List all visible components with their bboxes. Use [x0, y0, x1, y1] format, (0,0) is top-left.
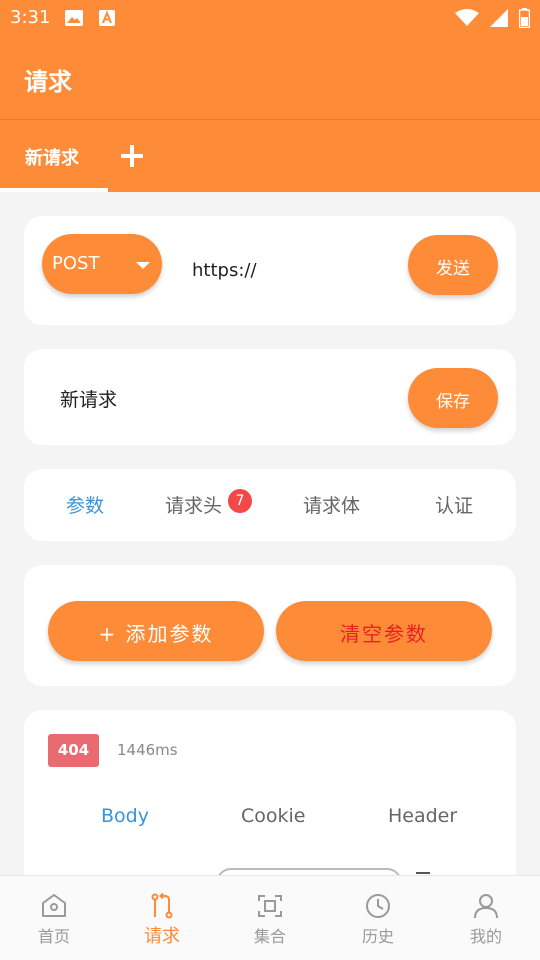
params-card: + 添加参数 清空参数	[24, 565, 516, 686]
response-tab-cookie[interactable]: Cookie	[241, 805, 306, 827]
add-tab-button[interactable]	[118, 142, 146, 170]
bottom-nav: 首页 请求 集合 历史 我的	[0, 875, 540, 960]
send-button[interactable]: 发送	[408, 235, 498, 295]
status-bar: 3:31	[0, 0, 540, 36]
font-notification-icon	[99, 10, 115, 26]
status-time: 3:31	[10, 7, 51, 28]
add-param-button[interactable]: + 添加参数	[48, 601, 264, 661]
url-card: POST https:// 发送	[24, 216, 516, 325]
nav-history-label: 历史	[361, 927, 394, 946]
status-code-badge: 404	[48, 734, 99, 767]
nav-history[interactable]: 历史	[324, 876, 432, 960]
nav-home[interactable]: 首页	[0, 876, 108, 960]
response-option-icon[interactable]	[416, 872, 430, 874]
request-icon	[151, 892, 173, 919]
save-button[interactable]: 保存	[408, 368, 498, 428]
nav-collection[interactable]: 集合	[216, 876, 324, 960]
signal-icon	[490, 9, 508, 27]
clear-params-button[interactable]: 清空参数	[276, 601, 492, 661]
image-notification-icon	[65, 10, 83, 26]
save-button-label: 保存	[436, 392, 470, 412]
nav-collection-label: 集合	[253, 927, 286, 946]
collection-icon	[258, 895, 282, 917]
method-select[interactable]: POST	[42, 234, 162, 294]
tab-body[interactable]: 请求体	[303, 491, 360, 518]
nav-profile[interactable]: 我的	[432, 876, 540, 960]
request-name-input[interactable]: 新请求	[60, 385, 117, 412]
headers-count-badge: 7	[228, 489, 252, 513]
app-bar: 请求	[0, 36, 540, 120]
tab-headers[interactable]: 请求头	[165, 491, 222, 518]
response-tab-body[interactable]: Body	[101, 805, 149, 827]
page-title: 请求	[24, 68, 72, 96]
clear-params-label: 清空参数	[340, 622, 428, 646]
battery-icon	[519, 8, 530, 28]
tab-auth[interactable]: 认证	[435, 491, 473, 518]
home-icon	[42, 894, 66, 917]
response-time: 1446ms	[117, 741, 178, 759]
request-sub-tabs: 参数 请求头 7 请求体 认证	[24, 469, 516, 541]
nav-home-label: 首页	[37, 927, 70, 946]
wifi-icon	[455, 9, 479, 26]
send-button-label: 发送	[436, 259, 470, 279]
url-input[interactable]: https://	[192, 260, 257, 281]
profile-icon	[474, 894, 498, 919]
plus-icon-vertical	[130, 145, 134, 167]
response-tab-header[interactable]: Header	[388, 805, 457, 827]
method-value: POST	[52, 253, 100, 274]
tab-params[interactable]: 参数	[66, 491, 104, 518]
add-param-label: + 添加参数	[98, 622, 214, 646]
nav-request-label: 请求	[144, 926, 180, 947]
tab-indicator	[0, 188, 108, 192]
nav-request[interactable]: 请求	[108, 876, 216, 960]
notification-icons	[64, 9, 116, 27]
tab-new-request[interactable]: 新请求	[0, 120, 108, 192]
nav-profile-label: 我的	[469, 927, 502, 946]
caret-down-icon	[136, 262, 150, 269]
tab-label: 新请求	[25, 148, 79, 169]
name-card: 新请求 保存	[24, 349, 516, 445]
system-icons	[455, 8, 530, 28]
history-icon	[366, 894, 390, 918]
request-tab-bar: 新请求	[0, 120, 540, 192]
